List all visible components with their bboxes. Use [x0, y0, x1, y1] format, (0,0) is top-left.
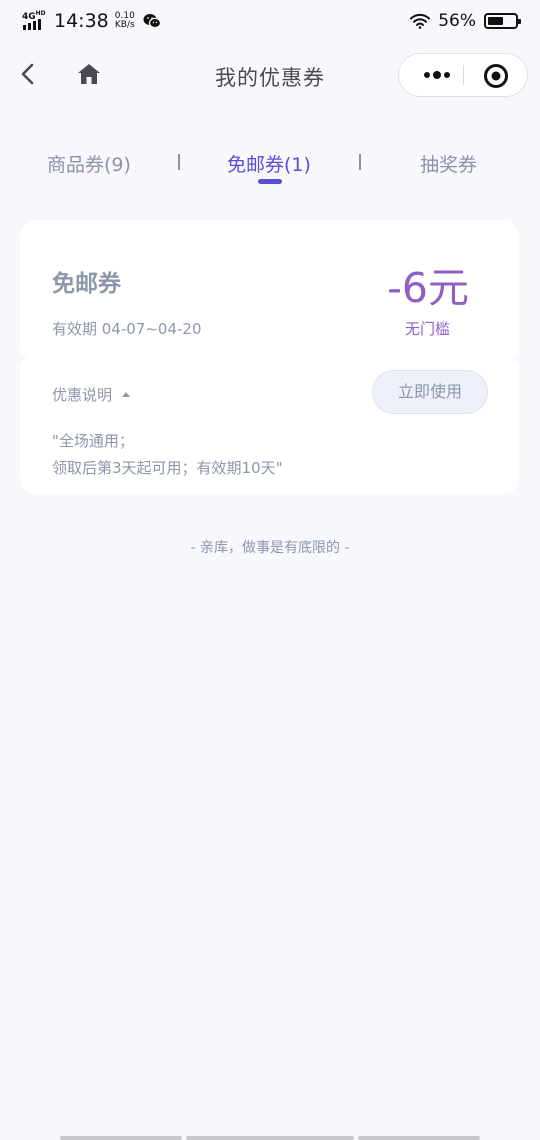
battery-icon — [484, 13, 521, 29]
status-time: 14:38 — [54, 10, 109, 32]
coupon-validity: 有效期 04-07~04-20 — [52, 320, 202, 338]
coupon-card-top: 免邮券 有效期 04-07~04-20 -6元 无门槛 — [20, 220, 519, 358]
coupon-name: 免邮券 — [52, 271, 121, 297]
caret-up-icon — [122, 392, 131, 397]
battery-fill — [488, 17, 503, 25]
wifi-icon — [410, 13, 431, 29]
signal-icon: 4GHD — [22, 10, 48, 32]
coupon-description-toggle[interactable]: 优惠说明 — [52, 384, 131, 405]
more-icon[interactable] — [417, 54, 461, 96]
coupon-description-line: "全场通用； — [52, 432, 134, 450]
coupon-description-toggle-label: 优惠说明 — [52, 386, 113, 404]
coupon-description: "全场通用； 领取后第3天起可用；有效期10天" — [52, 428, 283, 482]
wechat-icon — [143, 14, 161, 29]
use-now-button[interactable]: 立即使用 — [372, 370, 488, 414]
coupon-card: 免邮券 有效期 04-07~04-20 -6元 无门槛 优惠说明 立即使用 "全… — [20, 220, 519, 494]
network-speed-unit: KB/s — [114, 20, 135, 30]
tab-lottery-coupons[interactable]: 抽奖券 — [420, 150, 477, 177]
tab-goods-coupons[interactable]: 商品券(9) — [47, 150, 131, 177]
mini-program-capsule — [398, 53, 528, 97]
gesture-bar — [358, 1136, 480, 1140]
tab-separator — [359, 154, 361, 170]
coupon-card-bottom: 优惠说明 立即使用 "全场通用； 领取后第3天起可用；有效期10天" — [20, 358, 519, 494]
gesture-bar — [60, 1136, 182, 1140]
status-bar: 4GHD 14:38 0.10 KB/s 56% — [0, 0, 540, 42]
network-speed: 0.10 KB/s — [115, 12, 135, 30]
battery-percent: 56% — [438, 11, 476, 31]
gesture-bar — [186, 1136, 354, 1140]
active-tab-indicator — [258, 179, 282, 184]
capsule-divider — [463, 65, 464, 85]
coupon-tabs: 商品券(9) 免邮券(1) 抽奖券 — [0, 108, 540, 218]
tab-free-shipping-coupons[interactable]: 免邮券(1) — [227, 150, 311, 177]
nav-bar: 我的优惠券 — [0, 42, 540, 108]
coupon-amount: -6元 — [387, 264, 469, 312]
close-mini-program-icon[interactable] — [483, 63, 509, 89]
tab-separator — [178, 154, 180, 170]
coupon-description-line: 领取后第3天起可用；有效期10天" — [52, 459, 283, 477]
list-end-note: - 亲库，做事是有底限的 - — [190, 540, 350, 556]
coupon-threshold: 无门槛 — [405, 320, 451, 338]
